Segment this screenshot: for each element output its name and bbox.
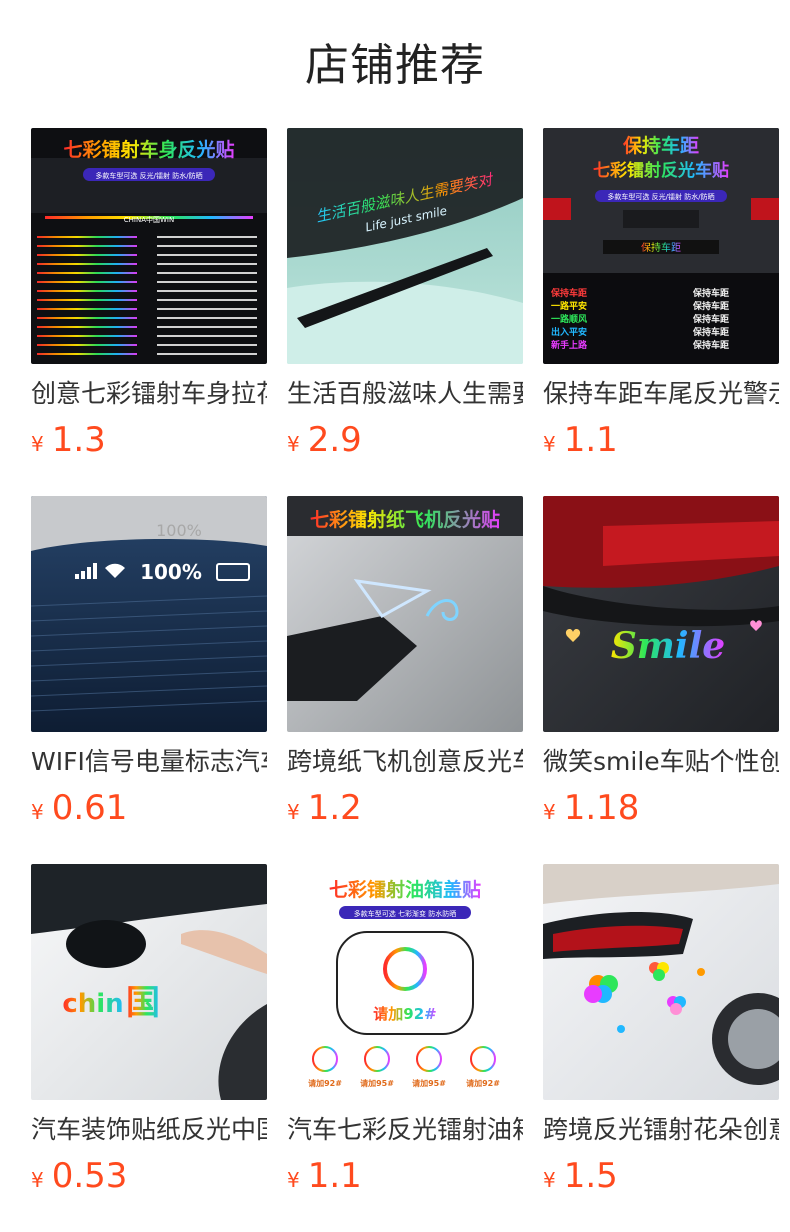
currency-symbol: ¥ (287, 432, 300, 456)
image-list-left-4: 新手上路 (551, 339, 588, 351)
product-name[interactable]: 生活百般滋味人生需要笑对车贴 (287, 378, 523, 410)
image-list-right-1: 保持车距 (692, 300, 729, 312)
product-price: ¥1.2 (287, 788, 523, 828)
product-image[interactable]: 七彩镭射油箱盖贴 多款车型可选 七彩渐变 防水防晒 请加92# 请加92# 请加… (287, 864, 523, 1100)
price-value: 1.3 (51, 420, 106, 460)
image-list-right-3: 保持车距 (692, 326, 729, 338)
image-main-left: chin (62, 989, 123, 1019)
image-main-text: Smile (611, 625, 725, 667)
product-name[interactable]: 保持车距车尾反光警示贴 (543, 378, 779, 410)
image-top-text: 100% (156, 521, 202, 540)
price-value: 1.5 (563, 1156, 618, 1196)
image-main-text: 100% (140, 560, 202, 584)
product-card[interactable]: 生活百般滋味人生需要笑对 Life just smile 生活百般滋味人生需要笑… (287, 128, 523, 496)
image-stripe-text: CHINA中国WIN (124, 215, 174, 224)
product-name[interactable]: 微笑smile车贴个性创意 (543, 746, 779, 778)
currency-symbol: ¥ (287, 1168, 300, 1192)
image-center-text: 请加92# (373, 1005, 436, 1023)
product-image[interactable]: 七彩镭射纸飞机反光贴 (287, 496, 523, 732)
currency-symbol: ¥ (543, 1168, 556, 1192)
price-value: 1.1 (307, 1156, 362, 1196)
image-title-2: 七彩镭射反光车贴 (593, 160, 729, 181)
product-image[interactable]: 七彩镭射车身反光贴 多款车型可选 反光/镭射 防水/防晒 CHINA中国WIN (31, 128, 267, 364)
product-image[interactable]: 保持车距 七彩镭射反光车贴 多款车型可选 反光/镭射 防水/防晒 保持车距 保持… (543, 128, 779, 364)
product-price: ¥1.18 (543, 788, 779, 828)
image-badge: 多款车型可选 七彩渐变 防水防晒 (354, 909, 456, 918)
image-small-2: 请加95# (412, 1078, 446, 1088)
currency-symbol: ¥ (543, 432, 556, 456)
product-image[interactable]: chin 国 (31, 864, 267, 1100)
product-card[interactable]: 保持车距 七彩镭射反光车贴 多款车型可选 反光/镭射 防水/防晒 保持车距 保持… (543, 128, 779, 496)
image-main-right: 国 (126, 983, 160, 1023)
image-list-left-0: 保持车距 (550, 287, 587, 299)
page-title: 店铺推荐 (305, 40, 485, 91)
image-title-1: 保持车距 (622, 134, 699, 157)
price-value: 1.1 (563, 420, 618, 460)
product-image[interactable]: 100% 100% (31, 496, 267, 732)
product-price: ¥0.53 (31, 1156, 267, 1196)
product-price: ¥2.9 (287, 420, 523, 460)
image-title: 七彩镭射车身反光贴 (63, 138, 234, 161)
product-price: ¥0.61 (31, 788, 267, 828)
product-image[interactable]: Smile (543, 496, 779, 732)
product-name[interactable]: 汽车装饰贴纸反光中国车贴 (31, 1114, 267, 1146)
product-name[interactable]: 跨境反光镭射花朵创意车贴 (543, 1114, 779, 1146)
currency-symbol: ¥ (31, 800, 44, 824)
product-price: ¥1.5 (543, 1156, 779, 1196)
price-value: 1.18 (563, 788, 640, 828)
product-name[interactable]: 汽车七彩反光镭射油箱盖贴 (287, 1114, 523, 1146)
image-list-right-2: 保持车距 (692, 313, 729, 325)
product-name[interactable]: 跨境纸飞机创意反光车贴 (287, 746, 523, 778)
image-small-3: 请加92# (466, 1078, 500, 1088)
price-value: 1.2 (307, 788, 362, 828)
currency-symbol: ¥ (31, 432, 44, 456)
product-card[interactable]: Smile 微笑smile车贴个性创意 ¥1.18 (543, 496, 779, 864)
shop-recommendations-page: 店铺推荐 七彩镭射车身反光贴 多款车型可选 反光/镭射 防水/防晒 CHINA中… (0, 0, 790, 1232)
product-grid: 七彩镭射车身反光贴 多款车型可选 反光/镭射 防水/防晒 CHINA中国WIN (31, 128, 790, 1232)
currency-symbol: ¥ (543, 800, 556, 824)
image-plate: 保持车距 (641, 241, 681, 254)
image-title: 七彩镭射油箱盖贴 (329, 878, 481, 901)
image-list-right-0: 保持车距 (692, 287, 729, 299)
product-name[interactable]: 创意七彩镭射车身拉花车贴 (31, 378, 267, 410)
product-price: ¥1.1 (543, 420, 779, 460)
product-price: ¥1.3 (31, 420, 267, 460)
product-card[interactable]: 七彩镭射油箱盖贴 多款车型可选 七彩渐变 防水防晒 请加92# 请加92# 请加… (287, 864, 523, 1232)
product-card[interactable]: 跨境反光镭射花朵创意车贴 ¥1.5 (543, 864, 779, 1232)
image-badge: 多款车型可选 反光/镭射 防水/防晒 (607, 192, 714, 201)
currency-symbol: ¥ (287, 800, 300, 824)
image-list-left-2: 一路顺风 (551, 313, 587, 325)
price-value: 0.53 (51, 1156, 128, 1196)
price-value: 0.61 (51, 788, 128, 828)
product-image[interactable]: 生活百般滋味人生需要笑对 Life just smile (287, 128, 523, 364)
product-price: ¥1.1 (287, 1156, 523, 1196)
product-card[interactable]: 七彩镭射车身反光贴 多款车型可选 反光/镭射 防水/防晒 CHINA中国WIN (31, 128, 267, 496)
product-card[interactable]: 100% 100% WIFI信号电量标志汽车 (31, 496, 267, 864)
image-list-right-4: 保持车距 (692, 339, 729, 351)
image-title: 七彩镭射纸飞机反光贴 (310, 508, 500, 531)
product-card[interactable]: 七彩镭射纸飞机反光贴 跨境纸飞机创意反光车贴 ¥1.2 (287, 496, 523, 864)
image-badge: 多款车型可选 反光/镭射 防水/防晒 (95, 171, 202, 180)
product-name[interactable]: WIFI信号电量标志汽车贴纸 (31, 746, 267, 778)
currency-symbol: ¥ (31, 1168, 44, 1192)
image-list-left-1: 一路平安 (551, 300, 587, 312)
price-value: 2.9 (307, 420, 362, 460)
image-small-1: 请加95# (360, 1078, 394, 1088)
image-small-0: 请加92# (308, 1078, 342, 1088)
product-card[interactable]: chin 国 汽车装饰贴纸反光中国车贴 ¥0.53 (31, 864, 267, 1232)
product-image[interactable] (543, 864, 779, 1100)
image-list-left-3: 出入平安 (551, 326, 587, 338)
